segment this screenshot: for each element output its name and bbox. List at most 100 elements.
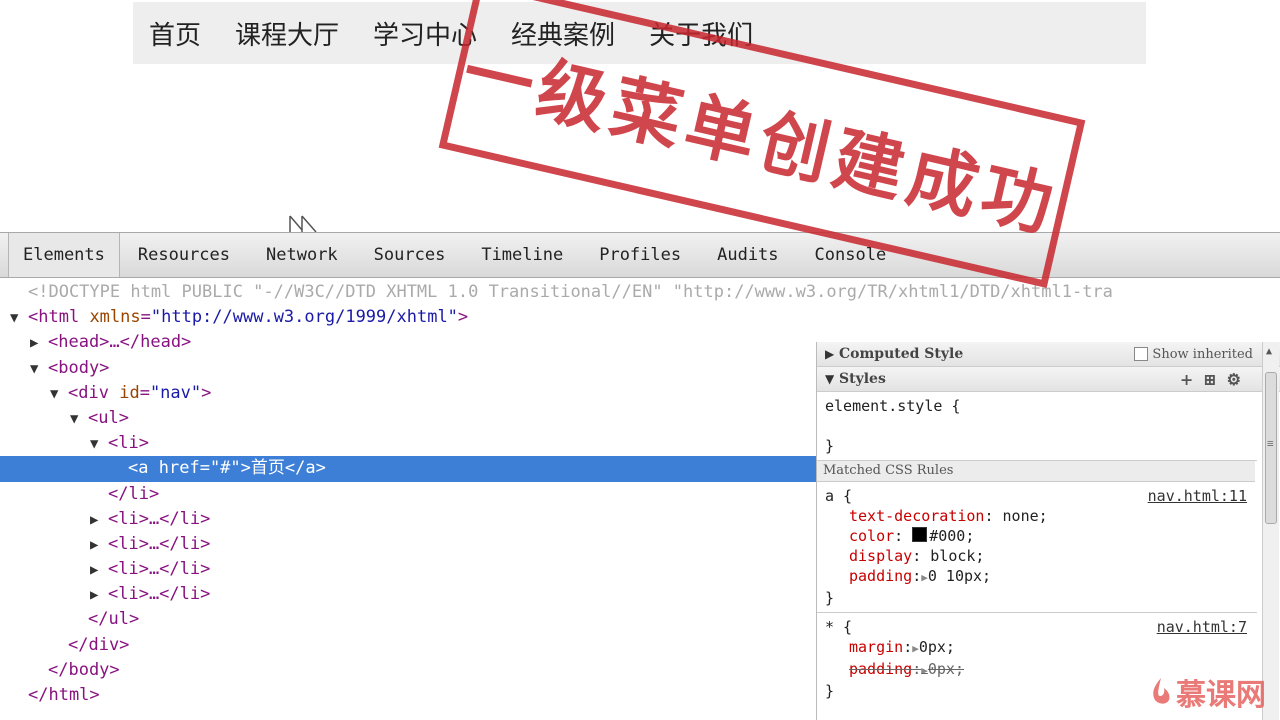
tag-close: >: [240, 458, 251, 479]
equals-sign: =: [139, 382, 150, 403]
doctype-line[interactable]: <!DOCTYPE html PUBLIC "-//W3C//DTD XHTML…: [0, 280, 1280, 305]
tag-name: <ul>: [88, 407, 129, 428]
grip-icon: ≡: [1267, 437, 1274, 450]
rule-source-link[interactable]: nav.html:11: [1148, 486, 1247, 506]
show-inherited-checkbox[interactable]: [1134, 347, 1149, 361]
imooc-logo: 慕课网: [1150, 670, 1266, 714]
tag-name: </ul>: [88, 609, 140, 630]
styles-sidebar: ▶ Computed Style Show inherited ▼ Styles…: [816, 342, 1280, 720]
attr-value: "http://www.w3.org/1999/xhtml": [150, 307, 458, 328]
nav-item-courses[interactable]: 课程大厅: [235, 15, 339, 52]
prop-value: 0 10px;: [927, 567, 992, 585]
show-inherited-label: Show inherited: [1152, 346, 1253, 362]
tag-name: <body>: [48, 357, 110, 378]
section-title: Computed Style: [839, 346, 964, 362]
tab-audits[interactable]: Audits: [699, 233, 796, 277]
computed-style-header[interactable]: ▶ Computed Style Show inherited: [817, 342, 1280, 367]
text-node: 首页: [250, 458, 285, 479]
tag-name: <div: [68, 382, 109, 403]
tag-close: >: [457, 307, 469, 328]
tag-name: <a: [128, 458, 149, 479]
cursor-icon: [289, 215, 317, 233]
rule-selector: element.style {: [825, 397, 961, 415]
tab-profiles[interactable]: Profiles: [581, 233, 699, 277]
styles-header[interactable]: ▼ Styles +⊞⚙: [817, 367, 1280, 392]
prop-value: #000;: [929, 527, 975, 545]
collapsed-triangle-icon[interactable]: ▶: [90, 533, 108, 558]
expand-triangle-icon[interactable]: ▼: [90, 432, 108, 457]
devtools-tabbar: Elements Resources Network Sources Timel…: [0, 232, 1280, 278]
tab-timeline[interactable]: Timeline: [463, 233, 581, 277]
collapsed-triangle-icon[interactable]: ▶: [90, 583, 108, 608]
expand-triangle-icon[interactable]: ▼: [10, 306, 28, 331]
css-property[interactable]: text-decoration: none;: [825, 506, 1249, 526]
html-node[interactable]: ▼ <html xmlns="http://www.w3.org/1999/xht…: [0, 305, 1280, 330]
css-property[interactable]: margin:▶0px;: [825, 637, 1249, 659]
prop-name: color: [849, 527, 895, 545]
expand-triangle-icon: ▼: [825, 372, 835, 386]
css-property[interactable]: color: #000;: [825, 526, 1249, 546]
styles-actions: +⊞⚙: [1180, 370, 1251, 389]
css-rule-a[interactable]: a { nav.html:11 text-decoration: none; c…: [817, 482, 1257, 613]
equals-sign: =: [199, 458, 210, 479]
css-property[interactable]: display: block;: [825, 546, 1249, 566]
tag-name: <html: [28, 307, 80, 328]
collapsed-triangle-icon[interactable]: ▶: [90, 558, 108, 583]
styles-scrollbar[interactable]: ▲ ≡: [1262, 342, 1279, 720]
tag-name: </li>: [108, 483, 160, 504]
scroll-up-arrow-icon[interactable]: ▲: [1266, 346, 1272, 357]
element-state-icon[interactable]: ⊞: [1203, 370, 1226, 389]
rule-source-link[interactable]: nav.html:7: [1157, 617, 1247, 637]
attr-name: xmlns: [89, 307, 141, 328]
prop-value: none;: [1002, 507, 1048, 525]
doctype-text: <!DOCTYPE html PUBLIC "-//W3C//DTD XHTML…: [28, 282, 1113, 302]
prop-value: 0px;: [918, 638, 955, 656]
tag-name: </html>: [28, 685, 100, 705]
element-style-rule[interactable]: element.style { }: [817, 392, 1257, 461]
logo-text: 慕课网: [1176, 678, 1266, 713]
expand-triangle-icon[interactable]: ▶: [921, 571, 928, 584]
collapsed-triangle-icon[interactable]: ▶: [90, 508, 108, 533]
rule-close: }: [825, 437, 835, 455]
collapsed-triangle-icon[interactable]: ▶: [30, 331, 48, 356]
tag-name: </a>: [284, 458, 326, 479]
tab-sources[interactable]: Sources: [356, 233, 464, 277]
attr-value: "nav": [149, 382, 202, 403]
tab-elements[interactable]: Elements: [8, 233, 120, 277]
prop-name: padding: [849, 567, 913, 585]
collapsed-triangle-icon: ▶: [825, 347, 835, 361]
color-swatch-icon[interactable]: [912, 527, 928, 542]
tab-network[interactable]: Network: [248, 233, 356, 277]
prop-value: 0px;: [927, 660, 964, 678]
prop-name: padding: [849, 660, 913, 678]
add-rule-icon[interactable]: +: [1180, 370, 1203, 389]
tag-name: </body>: [48, 659, 120, 680]
prop-name: text-decoration: [849, 507, 985, 525]
tag-name: <head>…</head>: [48, 332, 192, 353]
tab-resources[interactable]: Resources: [120, 233, 248, 277]
equals-sign: =: [140, 307, 151, 328]
tag-close: >: [201, 382, 212, 403]
flame-icon: [1153, 678, 1170, 704]
gear-icon[interactable]: ⚙: [1227, 370, 1251, 389]
attr-value: "#": [209, 458, 241, 479]
section-title: Styles: [839, 371, 886, 387]
prop-name: margin: [849, 638, 904, 656]
expand-triangle-icon[interactable]: ▶: [921, 664, 928, 677]
expand-triangle-icon[interactable]: ▼: [70, 407, 88, 432]
matched-rules-header: Matched CSS Rules: [817, 461, 1255, 482]
attr-name: href: [158, 458, 200, 479]
expand-triangle-icon[interactable]: ▼: [50, 382, 68, 407]
tag-name: </div>: [68, 634, 130, 655]
expand-triangle-icon[interactable]: ▼: [30, 357, 48, 382]
tag-name: <li>…</li>: [108, 559, 211, 580]
expand-triangle-icon[interactable]: ▶: [912, 642, 919, 655]
css-property[interactable]: padding:▶0 10px;: [825, 566, 1249, 588]
tag-name: <li>: [108, 433, 149, 454]
nav-item-home[interactable]: 首页: [149, 15, 201, 52]
prop-name: display: [849, 547, 913, 565]
prop-value: block;: [930, 547, 985, 565]
tag-name: <li>…</li>: [108, 508, 211, 529]
show-inherited-toggle[interactable]: Show inherited: [1134, 347, 1253, 362]
tag-name: <li>…</li>: [108, 533, 211, 554]
